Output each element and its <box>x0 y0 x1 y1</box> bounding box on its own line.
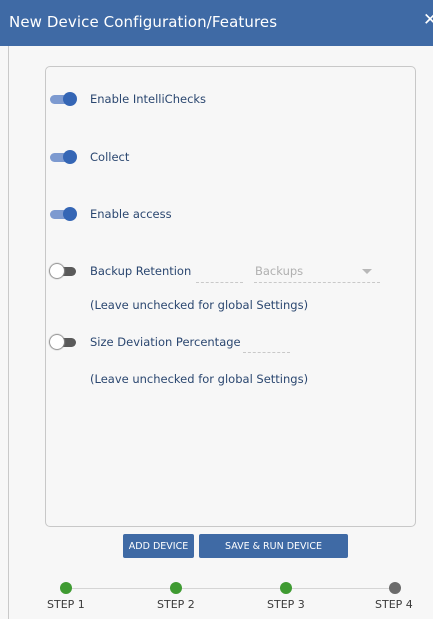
close-icon[interactable]: ✕ <box>423 10 433 30</box>
features-panel <box>45 66 416 527</box>
backup-retention-note: (Leave unchecked for global Settings) <box>90 298 309 312</box>
enable-access-toggle[interactable] <box>50 207 78 221</box>
backup-retention-select-placeholder: Backups <box>255 264 304 278</box>
size-deviation-label: Size Deviation Percentage <box>90 335 241 349</box>
toggle-knob <box>63 92 77 106</box>
device-configuration-dialog: New Device Configuration/Features ✕ Enab… <box>0 0 433 619</box>
save-run-device-button[interactable]: SAVE & RUN DEVICE <box>199 534 348 558</box>
step-4-indicator <box>389 582 401 594</box>
add-device-button[interactable]: ADD DEVICE <box>123 534 194 558</box>
dialog-left-border <box>8 46 9 619</box>
chevron-down-icon <box>362 269 372 274</box>
stepper-line <box>66 588 396 589</box>
enable-intellichecks-toggle[interactable] <box>50 92 78 106</box>
step-3-indicator <box>280 582 292 594</box>
backup-retention-label: Backup Retention <box>90 264 192 278</box>
toggle-knob <box>50 264 64 278</box>
dialog-header: New Device Configuration/Features ✕ <box>0 0 433 46</box>
step-2-indicator <box>170 582 182 594</box>
step-4-label: STEP 4 <box>375 598 413 611</box>
toggle-knob <box>50 335 64 349</box>
enable-intellichecks-label: Enable IntelliChecks <box>90 92 207 106</box>
backup-retention-toggle[interactable] <box>50 264 78 278</box>
step-3-label: STEP 3 <box>267 598 305 611</box>
step-2-label: STEP 2 <box>157 598 195 611</box>
step-1-label: STEP 1 <box>47 598 85 611</box>
collect-label: Collect <box>90 150 130 164</box>
dialog-title: New Device Configuration/Features <box>9 13 278 31</box>
enable-access-label: Enable access <box>90 207 172 221</box>
toggle-knob <box>63 150 77 164</box>
size-deviation-toggle[interactable] <box>50 335 78 349</box>
collect-toggle[interactable] <box>50 150 78 164</box>
size-deviation-input[interactable] <box>243 336 290 353</box>
step-1-indicator <box>60 582 72 594</box>
toggle-knob <box>63 207 77 221</box>
backup-retention-input[interactable] <box>196 266 243 283</box>
size-deviation-note: (Leave unchecked for global Settings) <box>90 372 309 386</box>
backup-retention-select[interactable]: Backups <box>254 263 380 283</box>
